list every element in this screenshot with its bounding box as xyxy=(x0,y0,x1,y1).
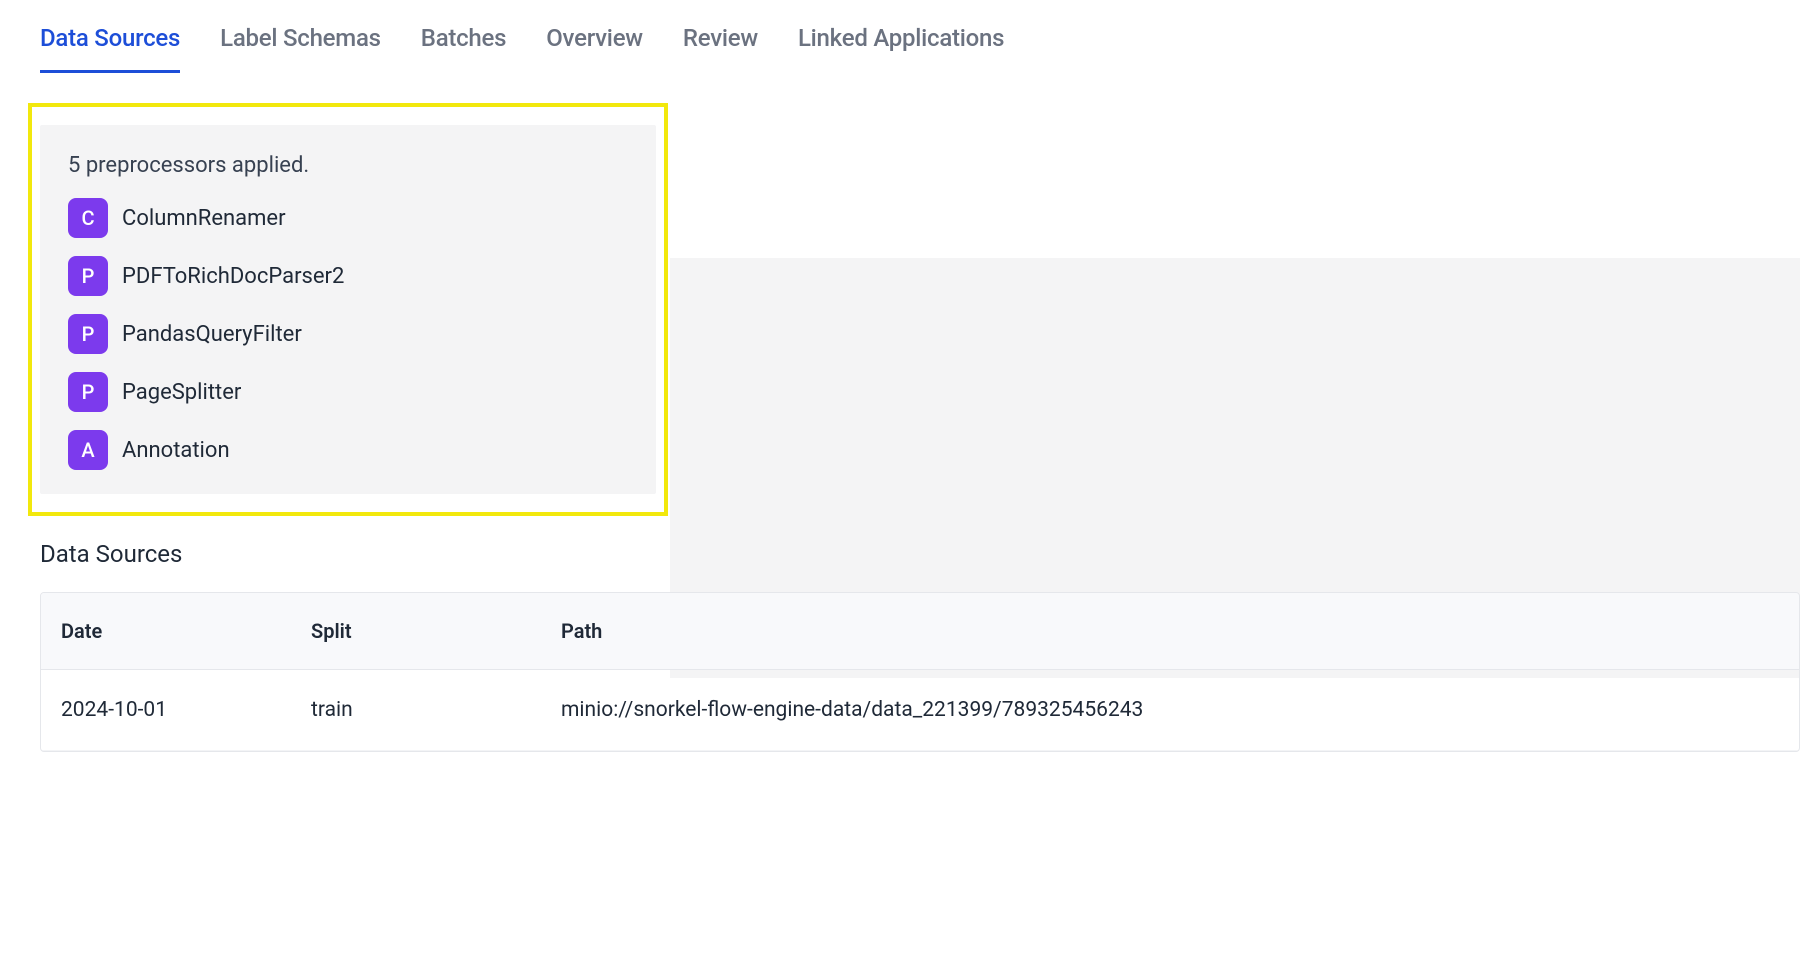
preprocessor-badge-icon: A xyxy=(68,430,108,470)
preprocessors-list: C ColumnRenamer P PDFToRichDocParser2 P … xyxy=(68,198,628,470)
tab-batches[interactable]: Batches xyxy=(421,24,506,72)
col-header-path[interactable]: Path xyxy=(561,619,1779,643)
col-header-date[interactable]: Date xyxy=(61,619,311,643)
preprocessor-item[interactable]: C ColumnRenamer xyxy=(68,198,628,238)
cell-date: 2024-10-01 xyxy=(61,698,311,722)
tab-data-sources[interactable]: Data Sources xyxy=(40,24,180,73)
col-header-split[interactable]: Split xyxy=(311,619,561,643)
tab-label-schemas[interactable]: Label Schemas xyxy=(220,24,381,72)
preprocessors-summary: 5 preprocessors applied. xyxy=(68,153,628,178)
table-row[interactable]: 2024-10-01 train minio://snorkel-flow-en… xyxy=(41,670,1799,751)
preprocessor-item[interactable]: P PageSplitter xyxy=(68,372,628,412)
data-sources-table: Date Split Path 2024-10-01 train minio:/… xyxy=(40,592,1800,752)
preprocessor-item[interactable]: P PandasQueryFilter xyxy=(68,314,628,354)
preprocessor-item[interactable]: A Annotation xyxy=(68,430,628,470)
preprocessors-panel: 5 preprocessors applied. C ColumnRenamer… xyxy=(40,125,656,494)
preprocessors-highlight-box: 5 preprocessors applied. C ColumnRenamer… xyxy=(28,103,668,516)
tab-review[interactable]: Review xyxy=(683,24,758,72)
tab-bar: Data Sources Label Schemas Batches Overv… xyxy=(0,0,1800,73)
preprocessor-label: PDFToRichDocParser2 xyxy=(122,264,344,289)
tab-linked-applications[interactable]: Linked Applications xyxy=(798,24,1004,72)
cell-split: train xyxy=(311,698,561,722)
table-header-row: Date Split Path xyxy=(41,593,1799,670)
cell-path: minio://snorkel-flow-engine-data/data_22… xyxy=(561,698,1779,722)
preprocessor-item[interactable]: P PDFToRichDocParser2 xyxy=(68,256,628,296)
preprocessor-badge-icon: P xyxy=(68,256,108,296)
preprocessor-badge-icon: P xyxy=(68,314,108,354)
tab-overview[interactable]: Overview xyxy=(546,24,643,72)
preprocessor-label: ColumnRenamer xyxy=(122,206,286,231)
preprocessor-label: Annotation xyxy=(122,438,230,463)
preprocessor-badge-icon: C xyxy=(68,198,108,238)
preprocessor-label: PandasQueryFilter xyxy=(122,322,302,347)
preprocessor-label: PageSplitter xyxy=(122,380,241,405)
section-title-data-sources: Data Sources xyxy=(40,540,1800,568)
preprocessor-badge-icon: P xyxy=(68,372,108,412)
